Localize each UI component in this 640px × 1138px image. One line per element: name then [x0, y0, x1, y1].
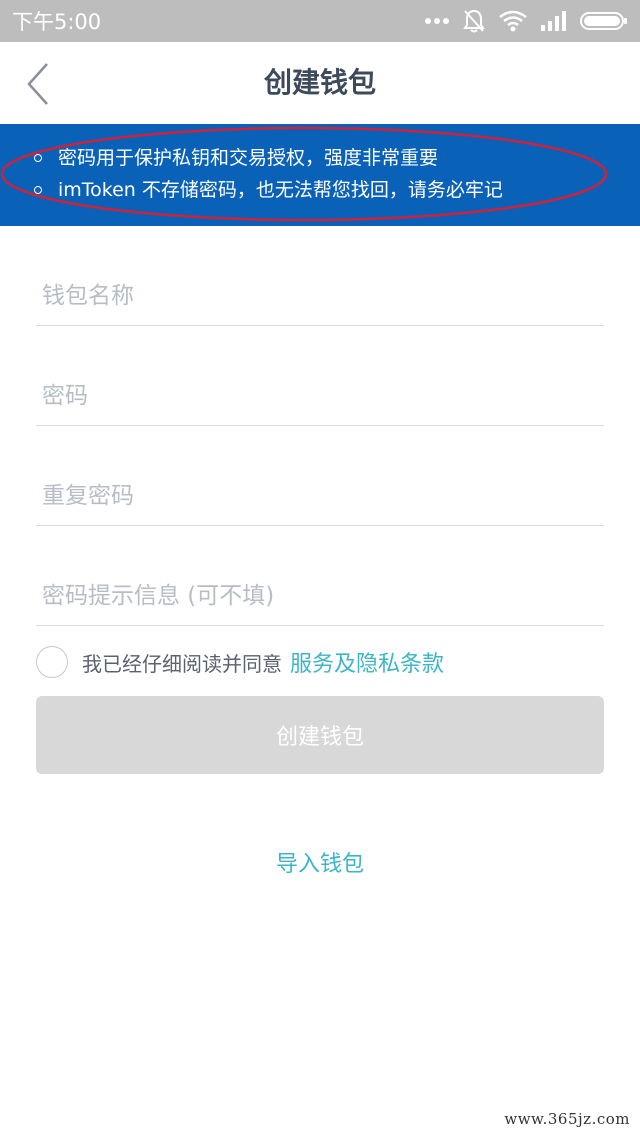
- create-wallet-button[interactable]: 创建钱包: [36, 696, 604, 774]
- notice-banner: 密码用于保护私钥和交易授权，强度非常重要 imToken 不存储密码，也无法帮您…: [0, 124, 640, 226]
- terms-link[interactable]: 服务及隐私条款: [290, 646, 444, 678]
- notice-item: 密码用于保护私钥和交易授权，强度非常重要: [32, 142, 503, 174]
- battery-icon: [580, 12, 627, 30]
- create-wallet-form: [36, 226, 604, 626]
- watermark: www.365jz.com: [504, 1110, 630, 1128]
- page-title: 创建钱包: [263, 66, 376, 99]
- agreement-text: 我已经仔细阅读并同意: [82, 651, 282, 676]
- password-field-row: [36, 326, 604, 426]
- repeat-password-field-row: [36, 426, 604, 526]
- bell-off-icon: [463, 9, 485, 33]
- chevron-left-icon: [27, 63, 48, 105]
- notice-list: 密码用于保护私钥和交易授权，强度非常重要 imToken 不存储密码，也无法帮您…: [32, 142, 503, 206]
- status-time: 下午5:00: [12, 10, 102, 34]
- signal-icon: [541, 11, 566, 31]
- back-button[interactable]: [18, 60, 58, 108]
- status-icons: [424, 8, 628, 34]
- notice-item: imToken 不存储密码，也无法帮您找回，请务必牢记: [32, 174, 503, 206]
- password-hint-field-row: [36, 526, 604, 626]
- nav-bar: 创建钱包: [0, 42, 640, 124]
- more-dots-icon: [425, 18, 449, 24]
- agreement-checkbox[interactable]: [36, 646, 68, 678]
- password-hint-input[interactable]: [36, 583, 604, 609]
- wallet-name-field-row: [36, 226, 604, 326]
- agreement-row: 我已经仔细阅读并同意 服务及隐私条款: [36, 644, 444, 680]
- import-wallet-link[interactable]: 导入钱包: [0, 846, 640, 882]
- repeat-password-input[interactable]: [36, 483, 604, 509]
- wifi-icon: [499, 10, 527, 32]
- password-input[interactable]: [36, 383, 604, 409]
- wallet-name-input[interactable]: [36, 283, 604, 309]
- status-bar: 下午5:00: [0, 0, 640, 42]
